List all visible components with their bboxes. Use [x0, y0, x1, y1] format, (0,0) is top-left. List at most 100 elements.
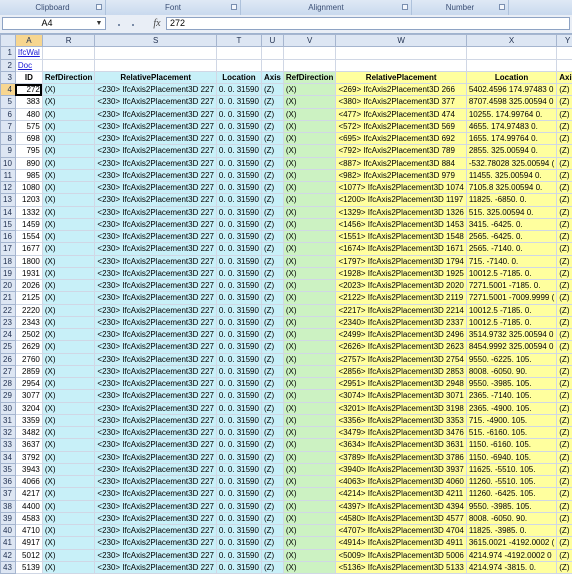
cell[interactable]: <230> IfcAxis2Placement3D 227	[94, 511, 217, 526]
cell[interactable]: (X)	[282, 144, 337, 158]
cell[interactable]: (X)	[41, 229, 96, 244]
dialog-launcher-icon[interactable]	[499, 4, 505, 10]
cell[interactable]: 3943	[14, 462, 43, 477]
cell[interactable]: <1456> IfcAxis2Placement3D 1453	[335, 217, 467, 232]
cell[interactable]: (X)	[41, 352, 96, 366]
cell[interactable]: <2340> IfcAxis2Placement3D 2337	[335, 315, 467, 330]
cell[interactable]: (X)	[41, 95, 96, 109]
cell[interactable]: 2629	[14, 340, 43, 354]
cell[interactable]: (X)	[282, 180, 337, 195]
cell[interactable]: (Z)	[260, 364, 284, 379]
cell[interactable]: (Z)	[556, 474, 572, 489]
column-title-cell[interactable]: RelativePlacement	[335, 70, 467, 85]
cell[interactable]: (Z)	[556, 401, 572, 415]
cell[interactable]: 7105.8 325.00594 0.	[465, 180, 558, 195]
cell[interactable]: 0. 0. 31590	[215, 389, 262, 403]
cell[interactable]: 0. 0. 31590	[215, 450, 262, 464]
cell[interactable]: 0. 0. 31590	[215, 425, 262, 440]
cell[interactable]: 11455. 325.00594 0.	[465, 168, 558, 183]
cell[interactable]: 575	[14, 119, 43, 134]
cell[interactable]: 11625. -5510. 105.	[465, 462, 558, 477]
cell[interactable]: (X)	[41, 523, 96, 538]
row-header[interactable]: 6	[0, 107, 16, 121]
cell[interactable]: (Z)	[556, 144, 572, 158]
cell[interactable]: (X)	[282, 474, 337, 489]
column-title-cell[interactable]: RelativePlacement	[94, 70, 217, 85]
cell[interactable]: 0. 0. 31590	[215, 438, 262, 452]
cell[interactable]: (Z)	[260, 144, 284, 158]
cell[interactable]: (Z)	[260, 327, 284, 342]
cell[interactable]: (Z)	[556, 315, 572, 330]
row-header[interactable]: 8	[0, 131, 16, 146]
cell[interactable]: (Z)	[556, 327, 572, 342]
row-header[interactable]: 7	[0, 119, 16, 134]
row-header[interactable]: 16	[0, 229, 16, 244]
cell[interactable]: <230> IfcAxis2Placement3D 227	[94, 144, 217, 158]
cell[interactable]: 0. 0. 31590	[215, 536, 262, 550]
select-all-corner[interactable]	[0, 33, 16, 48]
cell[interactable]: <230> IfcAxis2Placement3D 227	[94, 119, 217, 134]
cell[interactable]: (X)	[282, 560, 337, 574]
cell[interactable]: (Z)	[260, 425, 284, 440]
cell[interactable]: 0. 0. 31590	[215, 107, 262, 121]
cell[interactable]: (Z)	[260, 205, 284, 219]
cell[interactable]: (X)	[41, 254, 96, 268]
cell[interactable]: 0. 0. 31590	[215, 340, 262, 354]
cell[interactable]: <1551> IfcAxis2Placement3D 1548	[335, 229, 467, 244]
cell[interactable]: <2023> IfcAxis2Placement3D 2020	[335, 278, 467, 293]
column-title-cell[interactable]: RefDirection	[41, 70, 96, 85]
cell[interactable]: 3792	[14, 450, 43, 464]
cell[interactable]: (X)	[282, 425, 337, 440]
cell[interactable]: (Z)	[260, 278, 284, 293]
cell[interactable]	[215, 58, 262, 72]
cell[interactable]: <230> IfcAxis2Placement3D 227	[94, 523, 217, 538]
cell[interactable]: (Z)	[260, 352, 284, 366]
column-header[interactable]: S	[94, 33, 217, 48]
cell[interactable]: (Z)	[556, 254, 572, 268]
cell[interactable]: 8707.4598 325.00594 0	[465, 95, 558, 109]
cell[interactable]: 890	[14, 156, 43, 170]
cell[interactable]: 7271.5001 -7185. 0.	[465, 278, 558, 293]
cell[interactable]: (X)	[41, 474, 96, 489]
cell[interactable]: 795	[14, 144, 43, 158]
cell[interactable]: (X)	[282, 376, 337, 391]
cell[interactable]	[260, 46, 284, 60]
cell[interactable]: <1329> IfcAxis2Placement3D 1326	[335, 205, 467, 219]
cell[interactable]: <230> IfcAxis2Placement3D 227	[94, 180, 217, 195]
cell[interactable]: 11260. -5510. 105.	[465, 474, 558, 489]
cell[interactable]: (Z)	[260, 156, 284, 170]
cell[interactable]: 0. 0. 31590	[215, 548, 262, 562]
cell[interactable]: (Z)	[556, 364, 572, 379]
cell[interactable]: 4655. 174.97483 0.	[465, 119, 558, 134]
cell[interactable]: <230> IfcAxis2Placement3D 227	[94, 536, 217, 550]
cell[interactable]: 1203	[14, 193, 43, 207]
cell[interactable]: 0. 0. 31590	[215, 352, 262, 366]
row-header[interactable]: 21	[0, 291, 16, 305]
cell[interactable]: 10012.5 -7185. 0.	[465, 303, 558, 317]
row-header[interactable]: 34	[0, 450, 16, 464]
cell[interactable]: (Z)	[556, 95, 572, 109]
cell[interactable]: 0. 0. 31590	[215, 242, 262, 256]
cell[interactable]: 2954	[14, 376, 43, 391]
cell[interactable]: 11825. -6850. 0.	[465, 193, 558, 207]
cell[interactable]: 9550. -3985. 105.	[465, 499, 558, 513]
cell[interactable]: <3356> IfcAxis2Placement3D 3353	[335, 413, 467, 428]
cell[interactable]: 0. 0. 31590	[215, 156, 262, 170]
cell[interactable]: (Z)	[260, 511, 284, 526]
row-header[interactable]: 39	[0, 511, 16, 526]
cell[interactable]: 1459	[14, 217, 43, 232]
cell[interactable]	[556, 46, 572, 60]
cell[interactable]: <3789> IfcAxis2Placement3D 3786	[335, 450, 467, 464]
cell[interactable]: (X)	[282, 168, 337, 183]
cell[interactable]: <230> IfcAxis2Placement3D 227	[94, 193, 217, 207]
cell[interactable]: (Z)	[260, 303, 284, 317]
cell[interactable]: 0. 0. 31590	[215, 327, 262, 342]
cell[interactable]: (Z)	[556, 303, 572, 317]
row-header[interactable]: 42	[0, 548, 16, 562]
cell[interactable]: 4917	[14, 536, 43, 550]
cell[interactable]: <2499> IfcAxis2Placement3D 2496	[335, 327, 467, 342]
cell[interactable]: <230> IfcAxis2Placement3D 227	[94, 376, 217, 391]
cell[interactable]: 1554	[14, 229, 43, 244]
cell[interactable]	[282, 46, 337, 60]
cell[interactable]: (Z)	[260, 266, 284, 281]
